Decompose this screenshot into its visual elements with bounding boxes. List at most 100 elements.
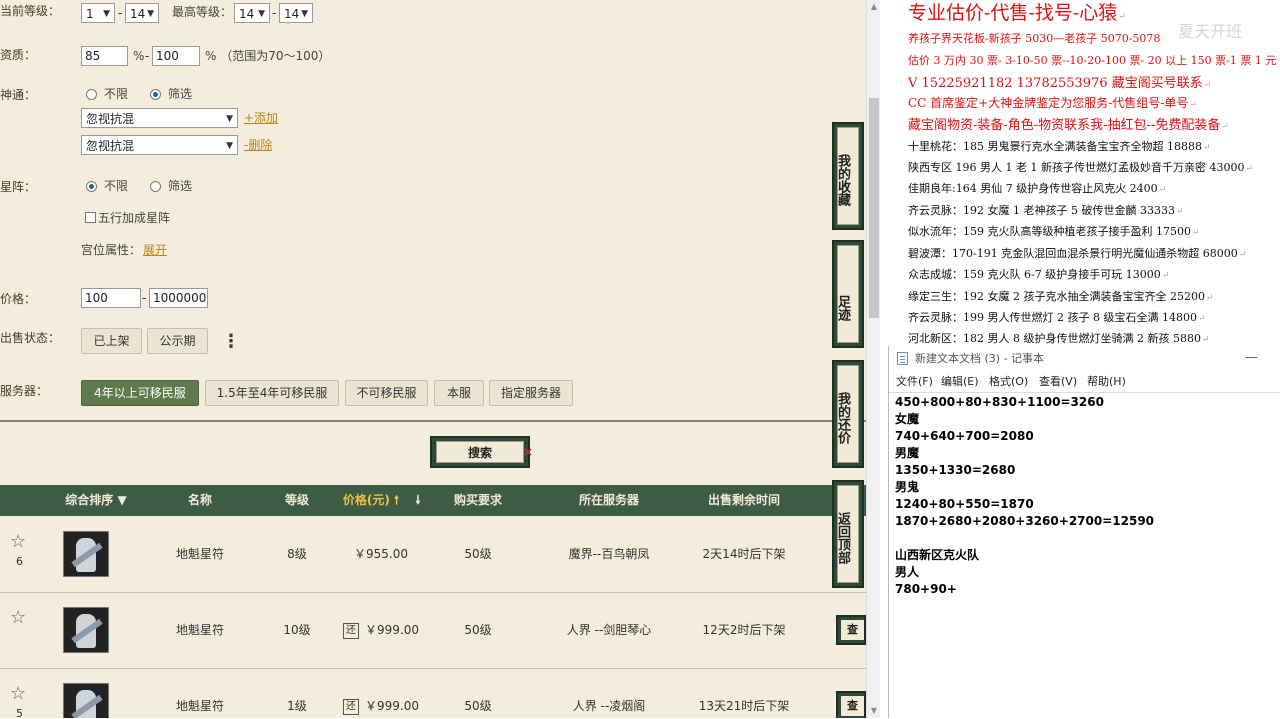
price-max-input[interactable]: 1000000 (149, 288, 208, 308)
shentong-select-1-value: 忽视抗混 (86, 112, 135, 126)
level-header: 等级 (284, 493, 309, 507)
more-options-icon[interactable]: ⋮ (222, 330, 240, 354)
gongwei-expand-link[interactable]: 展开 (143, 240, 167, 260)
info-red-line: 藏宝阁物资-装备-角色-物资联系我-抽红包--免费配装备↵ (908, 114, 1229, 133)
status-public-button[interactable]: 公示期 (147, 328, 208, 354)
pilcrow: ↵ (1203, 80, 1212, 90)
scrollbar-thumb[interactable] (869, 98, 879, 318)
server-option-1-5yr[interactable]: 1.5年至4年可移民服 (205, 380, 339, 406)
server-option-specify[interactable]: 指定服务器 (489, 380, 573, 406)
view-button-label: 查 (841, 620, 864, 640)
star-icon[interactable]: ☆ (10, 685, 26, 703)
server-option-local[interactable]: 本服 (434, 380, 484, 406)
favorite-count: 5 (16, 707, 23, 718)
current-level-to-select[interactable]: 14 ▼ (125, 3, 159, 23)
notepad-title: 新建文本文档 (3) - 记事本 (915, 352, 1045, 365)
wuxing-label: 五行加成星阵 (98, 211, 171, 225)
listing-line: 众志成城：159 克火队 6-7 级护身接手可玩 13000↵ (908, 266, 1169, 282)
favorite-count: 6 (16, 555, 23, 568)
status-listed-button[interactable]: 已上架 (81, 328, 142, 354)
page-scrollbar[interactable]: ▲ ▼ (866, 0, 881, 718)
aptitude-percent: % (133, 49, 145, 63)
item-name[interactable]: 地魁星符 (160, 593, 240, 668)
item-server: 人界 --凌烟阁 (572, 699, 646, 713)
current-level-label: 当前等级： (0, 4, 61, 18)
server-header: 所在服务器 (578, 493, 639, 507)
aptitude-max-input[interactable]: 100 (152, 46, 200, 66)
item-price: ￥999.00 (365, 699, 419, 713)
current-level-from-select[interactable]: 1 ▼ (81, 3, 115, 23)
footprint-button[interactable]: 足迹 (832, 240, 864, 348)
listing-text: 齐云灵脉：199 男人传世燃灯 2 孩子 8 级宝石全满 14800 (908, 311, 1197, 324)
shentong-any-label: 不限 (104, 87, 129, 101)
server-option-4yr[interactable]: 4年以上可移民服 (81, 380, 199, 406)
chevron-down-icon: ▼ (226, 141, 233, 151)
view-button[interactable]: 查 (836, 615, 866, 645)
shentong-select-1[interactable]: 忽视抗混 ▼ (81, 108, 238, 128)
star-icon[interactable]: ☆ (10, 533, 26, 551)
notepad-text-area[interactable]: 450+800+80+830+1100=3260 女魔 740+640+700=… (889, 392, 1280, 719)
listing-line: 碧波潭：170-191 克金队混回血混杀景行明光魔仙通杀物超 68000↵ (908, 245, 1246, 261)
info-red-text: 养孩子界天花板-新孩子 5030—老孩子 5070-5078 (908, 32, 1161, 45)
price-sort-down-icon[interactable]: 🠗 (408, 485, 428, 516)
table-row[interactable]: ☆ 地魁星符 10级 还 ￥999.00 50级 人界 --剑胆琴心 12天2时后… (0, 593, 866, 669)
table-row[interactable]: ☆ 5 地魁星符 1级 还 ￥999.00 50级 人界 --凌烟阁 13天21时… (0, 669, 866, 718)
star-icon[interactable]: ☆ (10, 609, 26, 627)
item-thumbnail[interactable] (63, 607, 109, 653)
back-to-top-button[interactable]: 返回顶部 (832, 480, 864, 588)
notepad-line: 1240+80+550=1870 (895, 497, 1034, 511)
notepad-line: 男魔 (895, 446, 920, 460)
sort-header[interactable]: 综合排序 ▼ (56, 485, 136, 516)
item-name[interactable]: 地魁星符 (160, 517, 240, 592)
my-favorites-button[interactable]: 我的收藏 (832, 122, 864, 230)
listing-text: 十里桃花：185 男鬼景行克水全满装备宝宝齐全物超 18888 (908, 140, 1202, 153)
max-level-from-select[interactable]: 14 ▼ (234, 3, 270, 23)
shentong-any-radio[interactable] (86, 89, 97, 100)
shentong-add-link[interactable]: +添加 (244, 108, 278, 128)
aptitude-min-input[interactable]: 85 (81, 46, 128, 66)
shentong-select-2[interactable]: 忽视抗混 ▼ (81, 135, 238, 155)
item-price-cell: 还 ￥999.00 (336, 669, 426, 718)
item-name[interactable]: 地魁星符 (160, 669, 240, 718)
listing-line: 齐云灵脉：199 男人传世燃灯 2 孩子 8 级宝石全满 14800↵ (908, 309, 1206, 325)
notepad-line: 1350+1330=2680 (895, 463, 1016, 477)
item-thumbnail[interactable] (63, 531, 109, 577)
scroll-up-icon[interactable]: ▲ (869, 2, 879, 12)
item-price-cell: 还 ￥999.00 (336, 593, 426, 668)
pilcrow: ↵ (1161, 271, 1170, 281)
item-thumbnail[interactable] (63, 683, 109, 718)
wuxing-checkbox[interactable] (85, 212, 96, 223)
menu-file[interactable]: 文件(F) (896, 372, 933, 392)
listing-line: 佳期良年:164 男仙 7 级护身传世容止风克火 2400↵ (908, 180, 1166, 196)
server-option-non-migrate[interactable]: 不可移民服 (345, 380, 428, 406)
price-sort-up-header[interactable]: 价格(元) 🠕 (336, 485, 406, 516)
menu-view[interactable]: 查看(V) (1039, 372, 1077, 392)
price-label: 价格： (0, 292, 37, 306)
max-level-to-value: 14 (284, 7, 300, 21)
notepad-titlebar[interactable]: 新建文本文档 (3) - 记事本 — (889, 346, 1280, 372)
info-headline-text: 专业估价-代售-找号-心猿 (908, 2, 1118, 24)
menu-edit[interactable]: 编辑(E) (941, 372, 979, 392)
price-min-input[interactable]: 100 (81, 288, 141, 308)
item-server: 人界 --剑胆琴心 (566, 623, 652, 637)
shentong-delete-link[interactable]: -删除 (244, 135, 272, 155)
xingzhen-filter-radio[interactable] (150, 181, 161, 192)
item-requirement: 50级 (464, 623, 492, 637)
menu-format[interactable]: 格式(O) (989, 372, 1028, 392)
item-level: 1级 (287, 699, 307, 713)
my-offers-label: 我的还价 (835, 365, 859, 463)
scroll-down-icon[interactable]: ▼ (869, 706, 879, 716)
xingzhen-any-radio[interactable] (86, 181, 97, 192)
search-button[interactable]: 搜索 × (430, 436, 533, 468)
name-header: 名称 (187, 493, 212, 507)
aptitude-hint: % （范围为70～100） (205, 49, 331, 63)
pilcrow: ↵ (1175, 207, 1184, 217)
minimize-button[interactable]: — (1245, 346, 1258, 370)
my-offers-button[interactable]: 我的还价 (832, 360, 864, 468)
table-row[interactable]: ☆ 6 地魁星符 8级 ￥955.00 50级 魔界--百鸟朝凤 2天14时后下… (0, 517, 866, 593)
view-button[interactable]: 查 (836, 691, 866, 718)
view-button-label: 查 (841, 696, 864, 716)
max-level-to-select[interactable]: 14 ▼ (279, 3, 313, 23)
shentong-filter-radio[interactable] (150, 89, 161, 100)
menu-help[interactable]: 帮助(H) (1087, 372, 1126, 392)
